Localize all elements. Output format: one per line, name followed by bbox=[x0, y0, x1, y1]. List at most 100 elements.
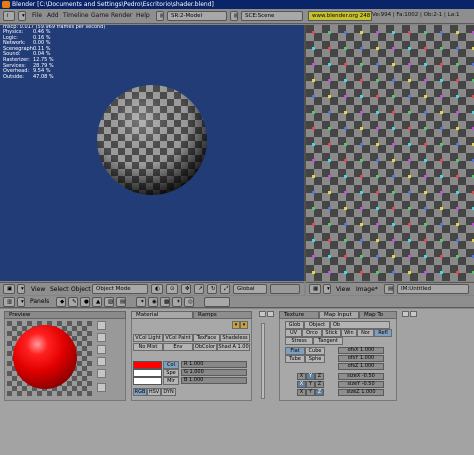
tab-ramps[interactable]: Ramps bbox=[193, 311, 252, 319]
no-mist-button[interactable]: No Mist bbox=[133, 343, 163, 351]
stick-button[interactable]: Stick bbox=[322, 329, 341, 337]
map-y-button[interactable]: Y bbox=[306, 381, 315, 388]
editor-type-icon[interactable]: i bbox=[3, 11, 15, 21]
menu-game[interactable]: Game bbox=[91, 12, 109, 19]
orco-button[interactable]: Orco bbox=[302, 329, 322, 337]
vcol-light-button[interactable]: VCol Light bbox=[133, 334, 163, 342]
frame-field[interactable] bbox=[204, 297, 230, 307]
collapse-menu-icon[interactable]: ▾ bbox=[17, 297, 25, 307]
obcolor-button[interactable]: ObColor bbox=[193, 343, 217, 351]
tangent-button[interactable]: Tangent bbox=[313, 337, 343, 345]
tab-map-to[interactable]: Map To bbox=[359, 311, 397, 319]
menu-image[interactable]: Image* bbox=[356, 286, 378, 293]
ofsx-field[interactable]: ofsX 1.000 bbox=[338, 347, 384, 354]
editor-type-icon[interactable]: ▦ bbox=[309, 284, 321, 294]
orientation-select[interactable]: Global bbox=[233, 284, 267, 294]
sphe-button[interactable]: Sphe bbox=[305, 355, 325, 363]
tab-texture[interactable]: Texture bbox=[279, 311, 319, 319]
collapse-menu-icon[interactable]: ▾ bbox=[323, 284, 331, 294]
dyn-mode-button[interactable]: DYN bbox=[161, 388, 176, 396]
glob-button[interactable]: Glob bbox=[285, 321, 304, 329]
tube-button[interactable]: Tube bbox=[285, 355, 305, 363]
menu-render[interactable]: Render bbox=[111, 12, 132, 19]
editor-type-icon[interactable]: ▣ bbox=[3, 284, 15, 294]
map-x-button[interactable]: X bbox=[297, 381, 306, 388]
menu-object[interactable]: Object bbox=[71, 286, 91, 293]
scene-browse-icon[interactable]: ▤ bbox=[230, 11, 238, 21]
image-browse-icon[interactable]: ▤ bbox=[384, 284, 394, 294]
texface-button[interactable]: TexFace bbox=[193, 334, 220, 342]
textured-sphere[interactable] bbox=[97, 85, 207, 195]
uv-button[interactable]: UV bbox=[285, 329, 302, 337]
shading-context-icon[interactable]: ● bbox=[80, 297, 90, 307]
map-y-button[interactable]: Y bbox=[306, 389, 315, 396]
sizez-field[interactable]: sizeZ 1.000 bbox=[338, 389, 384, 396]
lamp-icon[interactable]: ✶ bbox=[136, 297, 146, 307]
menu-view[interactable]: View bbox=[31, 286, 45, 293]
scroll-up-icon[interactable] bbox=[402, 311, 409, 317]
preview-sphere-icon[interactable] bbox=[97, 333, 106, 342]
mirror-color-swatch[interactable] bbox=[133, 377, 162, 385]
material-icon[interactable]: ◉ bbox=[148, 297, 158, 307]
logic-context-icon[interactable]: ◆ bbox=[56, 297, 66, 307]
hsv-mode-button[interactable]: HSV bbox=[147, 388, 161, 396]
collapse-menu-icon[interactable]: ▾ bbox=[18, 11, 26, 21]
menu-add[interactable]: Add bbox=[47, 12, 59, 19]
preview-hair-icon[interactable] bbox=[97, 369, 106, 378]
screen-select[interactable]: SR:2-Model bbox=[167, 11, 227, 21]
map-z-button[interactable]: Z bbox=[315, 381, 324, 388]
panel-scroller[interactable] bbox=[259, 311, 275, 403]
green-slider[interactable]: G 1.000 bbox=[181, 369, 247, 376]
object-button[interactable]: Object bbox=[304, 321, 330, 329]
menu-help[interactable]: Help bbox=[136, 12, 150, 19]
radiosity-icon[interactable]: ☀ bbox=[172, 297, 182, 307]
layer-buttons[interactable] bbox=[270, 284, 300, 294]
tab-map-input[interactable]: Map Input bbox=[319, 311, 359, 319]
refl-button[interactable]: Refl bbox=[374, 329, 392, 337]
rgb-mode-button[interactable]: RGB bbox=[133, 388, 147, 396]
map-x-button[interactable]: X bbox=[297, 373, 306, 380]
spe-button[interactable]: Spe bbox=[163, 369, 179, 377]
image-editor-canvas[interactable] bbox=[306, 25, 474, 281]
blue-slider[interactable]: B 1.000 bbox=[181, 377, 247, 384]
editor-type-icon[interactable]: ▥ bbox=[3, 297, 15, 307]
vcol-paint-button[interactable]: VCol Paint bbox=[163, 334, 193, 342]
map-x-button[interactable]: X bbox=[297, 389, 306, 396]
map-z-button[interactable]: Z bbox=[315, 373, 324, 380]
world-icon[interactable]: ◎ bbox=[184, 297, 194, 307]
menu-select[interactable]: Select bbox=[50, 286, 69, 293]
scene-select[interactable]: SCE:Scene bbox=[241, 11, 303, 21]
menu-file[interactable]: File bbox=[32, 12, 42, 19]
diffuse-color-swatch[interactable] bbox=[133, 361, 162, 369]
collapse-menu-icon[interactable]: ▾ bbox=[17, 284, 25, 294]
ofsy-field[interactable]: ofsY 1.000 bbox=[338, 355, 384, 362]
panel-scroller-right[interactable] bbox=[402, 311, 418, 403]
cube-button[interactable]: Cube bbox=[305, 347, 325, 355]
mode-select[interactable]: Object Mode bbox=[92, 284, 148, 294]
screen-browse-icon[interactable]: ▤ bbox=[156, 11, 164, 21]
draw-type-icon[interactable]: ◐ bbox=[151, 284, 163, 294]
node-menu-icon[interactable]: ▾ bbox=[240, 321, 248, 329]
map-z-button[interactable]: Z bbox=[315, 389, 324, 396]
texture-icon[interactable]: ▩ bbox=[160, 297, 170, 307]
manipulator-icon[interactable]: ✥ bbox=[181, 284, 191, 294]
object-context-icon[interactable]: ▲ bbox=[92, 297, 102, 307]
blender-url[interactable]: www.blender.org 248 bbox=[308, 11, 372, 21]
ofsz-field[interactable]: ofsZ 1.000 bbox=[338, 363, 384, 370]
translate-icon[interactable]: ↗ bbox=[194, 284, 204, 294]
sizex-field[interactable]: sizeX -0.50 bbox=[338, 373, 384, 380]
map-y-button[interactable]: Y bbox=[306, 373, 315, 380]
nor-button[interactable]: Nor bbox=[357, 329, 374, 337]
scene-context-icon[interactable]: ▤ bbox=[116, 297, 126, 307]
scroll-down-icon[interactable] bbox=[410, 311, 417, 317]
stress-button[interactable]: Stress bbox=[285, 337, 313, 345]
node-toggle-icon[interactable]: ▾ bbox=[232, 321, 240, 329]
env-button[interactable]: Env bbox=[163, 343, 193, 351]
rotate-icon[interactable]: ↻ bbox=[207, 284, 217, 294]
scrollbar-track[interactable] bbox=[261, 323, 265, 399]
specular-color-swatch[interactable] bbox=[133, 369, 162, 377]
preview-cube-icon[interactable] bbox=[97, 345, 106, 354]
preview-flat-icon[interactable] bbox=[97, 321, 106, 330]
menu-view[interactable]: View bbox=[336, 286, 350, 293]
win-button[interactable]: Win bbox=[341, 329, 357, 337]
